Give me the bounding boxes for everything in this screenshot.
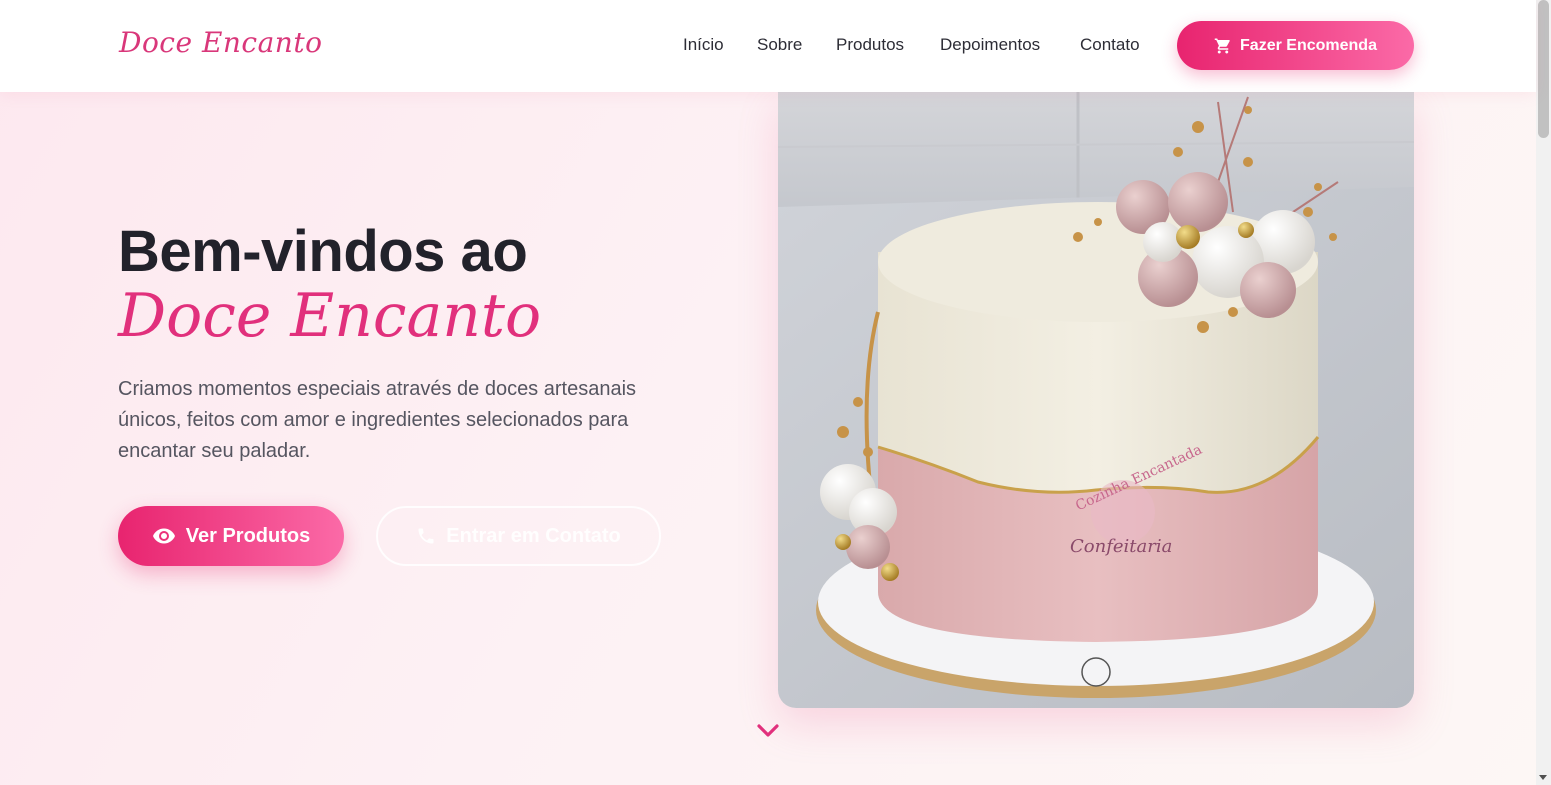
hero-title: Bem-vindos ao — [118, 219, 528, 284]
view-products-label: Ver Produtos — [185, 524, 311, 547]
hero-description: Criamos momentos especiais através de do… — [118, 378, 637, 462]
contact-button-label: Entrar em Contato — [446, 524, 621, 547]
cart-icon — [1214, 38, 1230, 53]
page-scrollbar[interactable] — [1536, 0, 1551, 785]
scroll-down-chevron-icon[interactable] — [756, 722, 780, 740]
nav-link-depoimentos[interactable]: Depoimentos — [940, 35, 1040, 55]
eye-icon — [152, 528, 175, 544]
nav-link-produtos[interactable]: Produtos — [836, 35, 904, 55]
order-button-label: Fazer Encomenda — [1240, 36, 1377, 54]
nav-link-sobre[interactable]: Sobre — [757, 35, 802, 55]
site-header: Doce Encanto Início Sobre Produtos Depoi… — [0, 0, 1536, 92]
site-logo[interactable]: Doce Encanto — [119, 26, 322, 59]
phone-icon — [418, 528, 434, 544]
nav-link-contato[interactable]: Contato — [1080, 35, 1140, 55]
scrollbar-thumb[interactable] — [1538, 0, 1549, 138]
nav-link-inicio[interactable]: Início — [683, 35, 724, 55]
contact-button[interactable]: Entrar em Contato — [376, 506, 661, 566]
cake-image: Cozinha Encantada Confeitaria — [778, 92, 1414, 708]
order-button[interactable]: Fazer Encomenda — [1177, 21, 1414, 70]
scroll-down-arrow-icon[interactable] — [1539, 775, 1547, 780]
hero-script-title: Doce Encanto — [118, 281, 542, 351]
watermark-bottom-text: Confeitaria — [1070, 536, 1172, 557]
view-products-button[interactable]: Ver Produtos — [118, 506, 344, 566]
